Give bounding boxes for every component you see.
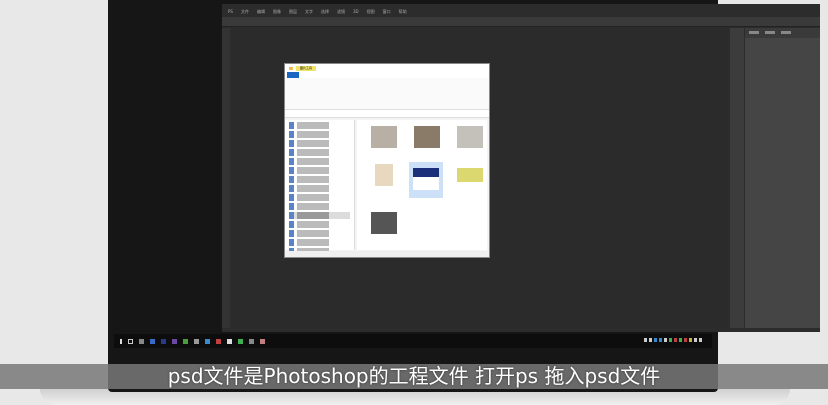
options-bar [222, 17, 820, 27]
menu-item[interactable]: 文件 [241, 8, 249, 16]
menu-item[interactable]: 视图 [367, 8, 375, 16]
file-thumbnail[interactable] [457, 168, 483, 182]
file-thumbnail[interactable] [414, 126, 440, 148]
menu-item[interactable]: 帮助 [399, 8, 407, 16]
file-thumbnail[interactable] [371, 126, 397, 148]
taskbar-app-icon[interactable] [172, 338, 177, 344]
taskbar-app-icon[interactable] [139, 338, 144, 344]
menu-item[interactable]: 图层 [289, 8, 297, 16]
file-thumbnail[interactable] [375, 164, 393, 186]
panel-icon-strip[interactable] [730, 28, 744, 328]
picture-tools-tab[interactable]: 图片工具 [296, 65, 317, 71]
menu-item[interactable]: 选择 [321, 8, 329, 16]
menu-item[interactable]: 文字 [305, 8, 313, 16]
address-bar[interactable] [285, 110, 489, 118]
panel-tabs[interactable] [745, 28, 820, 38]
tools-panel[interactable] [222, 28, 230, 328]
menu-item[interactable]: PS [228, 8, 233, 16]
explorer-title-bar: 图片工具 [285, 64, 489, 72]
taskbar-app-icon[interactable] [227, 338, 232, 344]
taskbar [114, 334, 712, 348]
status-bar [285, 251, 489, 257]
task-view-icon[interactable] [128, 338, 133, 344]
taskbar-app-icon[interactable] [194, 338, 199, 344]
system-tray[interactable] [644, 338, 702, 342]
menu-item[interactable]: 图像 [273, 8, 281, 16]
folder-icon [289, 66, 293, 70]
start-icon[interactable] [120, 338, 122, 344]
taskbar-app-icon[interactable] [150, 338, 155, 344]
menu-item[interactable]: 3D [353, 8, 359, 16]
taskbar-app-icon[interactable] [205, 338, 210, 344]
taskbar-app-icon[interactable] [260, 338, 265, 344]
file-thumbnail[interactable] [371, 212, 397, 234]
menu-item[interactable]: 编辑 [257, 8, 265, 16]
ribbon[interactable] [285, 78, 489, 110]
taskbar-app-icon[interactable] [216, 338, 221, 344]
taskbar-app-icon[interactable] [161, 338, 166, 344]
menu-item[interactable]: 窗口 [383, 8, 391, 16]
file-list[interactable] [357, 120, 487, 250]
video-subtitle: psd文件是Photoshop的工程文件 打开ps 拖入psd文件 [167, 364, 661, 388]
menu-item[interactable]: 滤镜 [337, 8, 345, 16]
taskbar-app-icon[interactable] [249, 338, 254, 344]
file-explorer-window[interactable]: 图片工具 [284, 63, 490, 258]
file-thumbnail[interactable] [413, 168, 439, 190]
taskbar-app-icon[interactable] [238, 338, 243, 344]
menu-bar: PS 文件 编辑 图像 图层 文字 选择 滤镜 3D 视图 窗口 帮助 [222, 8, 820, 16]
taskbar-app-icon[interactable] [183, 338, 188, 344]
navigation-pane[interactable] [285, 120, 355, 255]
layers-panel[interactable] [745, 28, 820, 328]
file-tab[interactable] [287, 72, 299, 78]
file-thumbnail[interactable] [457, 126, 483, 148]
